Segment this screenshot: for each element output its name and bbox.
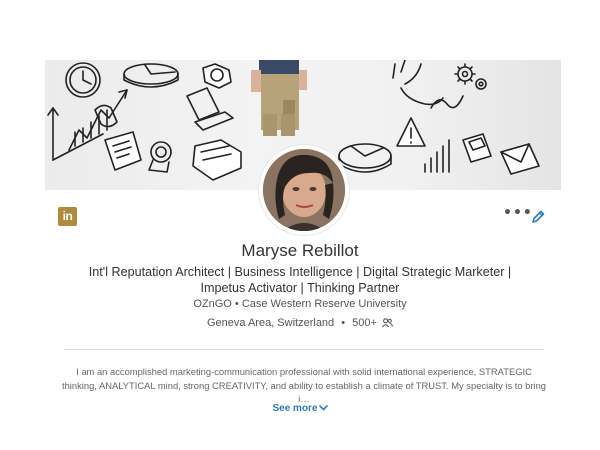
current-company[interactable]: OZnGO [193,298,232,310]
linkedin-logo-icon[interactable]: in [58,207,77,226]
separator-dot: • [341,317,346,329]
profile-card: in ••• Maryse Rebillot Int'l Reputation … [0,0,600,450]
people-icon [382,318,393,328]
separator-dot: • [234,298,239,310]
profile-location-row: Geneva Area, Switzerland • 500+ [0,317,600,329]
profile-affiliations: OZnGO • Case Western Reserve University [0,298,600,310]
section-divider [64,349,544,350]
connections-count[interactable]: 500+ [352,317,377,329]
profile-photo[interactable] [259,145,349,235]
chevron-down-icon [318,405,328,411]
profile-headline: Int'l Reputation Architect | Business In… [88,265,512,295]
see-more-button[interactable]: See more [0,403,600,414]
education-school[interactable]: Case Western Reserve University [242,298,407,310]
profile-name: Maryse Rebillot [241,241,359,260]
profile-summary: I am an accomplished marketing-communica… [61,366,547,404]
profile-location: Geneva Area, Switzerland [206,317,335,329]
more-options-button[interactable]: ••• [503,206,532,222]
see-more-label: See more [272,403,318,414]
profile-photo-image [263,149,345,231]
pencil-edit-icon[interactable] [531,210,545,224]
person-figure [251,60,307,136]
